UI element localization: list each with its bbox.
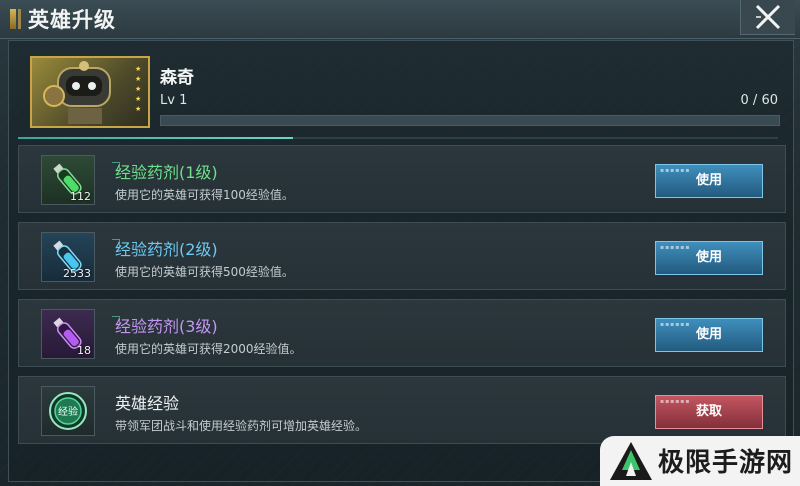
item-icon-frame[interactable]: 18 (41, 309, 120, 359)
hero-portrait[interactable]: ★ ★ ★ ★ ★ (30, 56, 150, 128)
hero-name: 森奇 (160, 68, 194, 88)
item-count: 2533 (63, 267, 91, 280)
close-icon (755, 4, 781, 30)
hero-level: Lv 1 (160, 93, 188, 108)
item-description: 使用它的英雄可获得2000经验值。 (115, 342, 302, 356)
title-marker (10, 9, 16, 29)
item-description: 带领军团战斗和使用经验药剂可增加英雄经验。 (115, 419, 368, 433)
window-title: 英雄升级 (28, 7, 116, 32)
badge-text: 经验 (58, 405, 78, 418)
star-icon: ★ (135, 65, 142, 73)
robot-hero-icon (43, 61, 111, 124)
list-item: 18 经验药剂(3级) 使用它的英雄可获得2000经验值。 ▪▪▪▪▪▪ 使用 (18, 299, 786, 367)
list-item: 2533 经验药剂(2级) 使用它的英雄可获得500经验值。 ▪▪▪▪▪▪ 使用 (18, 222, 786, 290)
obtain-button[interactable]: ▪▪▪▪▪▪ 获取 (655, 395, 763, 429)
use-button-label: 使用 (695, 327, 722, 342)
hero-exp-readout: 0 / 60 (740, 93, 778, 108)
item-icon-frame[interactable]: 112 (41, 155, 120, 205)
item-description: 使用它的英雄可获得500经验值。 (115, 265, 294, 279)
button-deco: ▪▪▪▪▪▪ (660, 244, 691, 251)
use-button[interactable]: ▪▪▪▪▪▪ 使用 (655, 318, 763, 352)
watermark-logo-icon (610, 442, 652, 480)
close-button[interactable] (740, 0, 795, 35)
item-icon-frame[interactable]: 经验 (41, 386, 95, 436)
section-divider-highlight (18, 137, 293, 139)
use-button-label: 使用 (695, 173, 722, 188)
button-deco: ▪▪▪▪▪▪ (660, 321, 691, 328)
item-name: 经验药剂(2级) (115, 240, 218, 259)
hero-exp-badge-icon: 经验 (49, 392, 87, 430)
list-item: 经验 英雄经验 带领军团战斗和使用经验药剂可增加英雄经验。 ▪▪▪▪▪▪ 获取 (18, 376, 786, 444)
button-deco: ▪▪▪▪▪▪ (660, 398, 691, 405)
item-name: 经验药剂(3级) (115, 317, 218, 336)
hero-star-rating: ★ ★ ★ ★ ★ (135, 64, 145, 114)
use-button[interactable]: ▪▪▪▪▪▪ 使用 (655, 241, 763, 275)
item-description: 使用它的英雄可获得100经验值。 (115, 188, 294, 202)
item-icon-frame[interactable]: 2533 (41, 232, 120, 282)
watermark: 极限手游网 (600, 436, 800, 486)
star-icon: ★ (135, 95, 142, 103)
obtain-button-label: 获取 (695, 404, 722, 419)
hero-upgrade-window: 英雄升级 ★ ★ ★ ★ ★ 森奇 Lv 1 0 / 60 112 经验药剂(1… (0, 0, 800, 486)
use-button-label: 使用 (695, 250, 722, 265)
item-name: 英雄经验 (115, 394, 180, 413)
title-bar: 英雄升级 (0, 0, 800, 39)
star-icon: ★ (135, 75, 142, 83)
exp-progress-bar (160, 115, 780, 126)
watermark-text: 极限手游网 (658, 448, 794, 478)
star-icon: ★ (135, 85, 142, 93)
item-count: 112 (70, 190, 91, 203)
item-name: 经验药剂(1级) (115, 163, 218, 182)
use-button[interactable]: ▪▪▪▪▪▪ 使用 (655, 164, 763, 198)
star-icon: ★ (135, 105, 142, 113)
title-marker-secondary (18, 9, 21, 29)
list-item: 112 经验药剂(1级) 使用它的英雄可获得100经验值。 ▪▪▪▪▪▪ 使用 (18, 145, 786, 213)
item-count: 18 (77, 344, 91, 357)
button-deco: ▪▪▪▪▪▪ (660, 167, 691, 174)
